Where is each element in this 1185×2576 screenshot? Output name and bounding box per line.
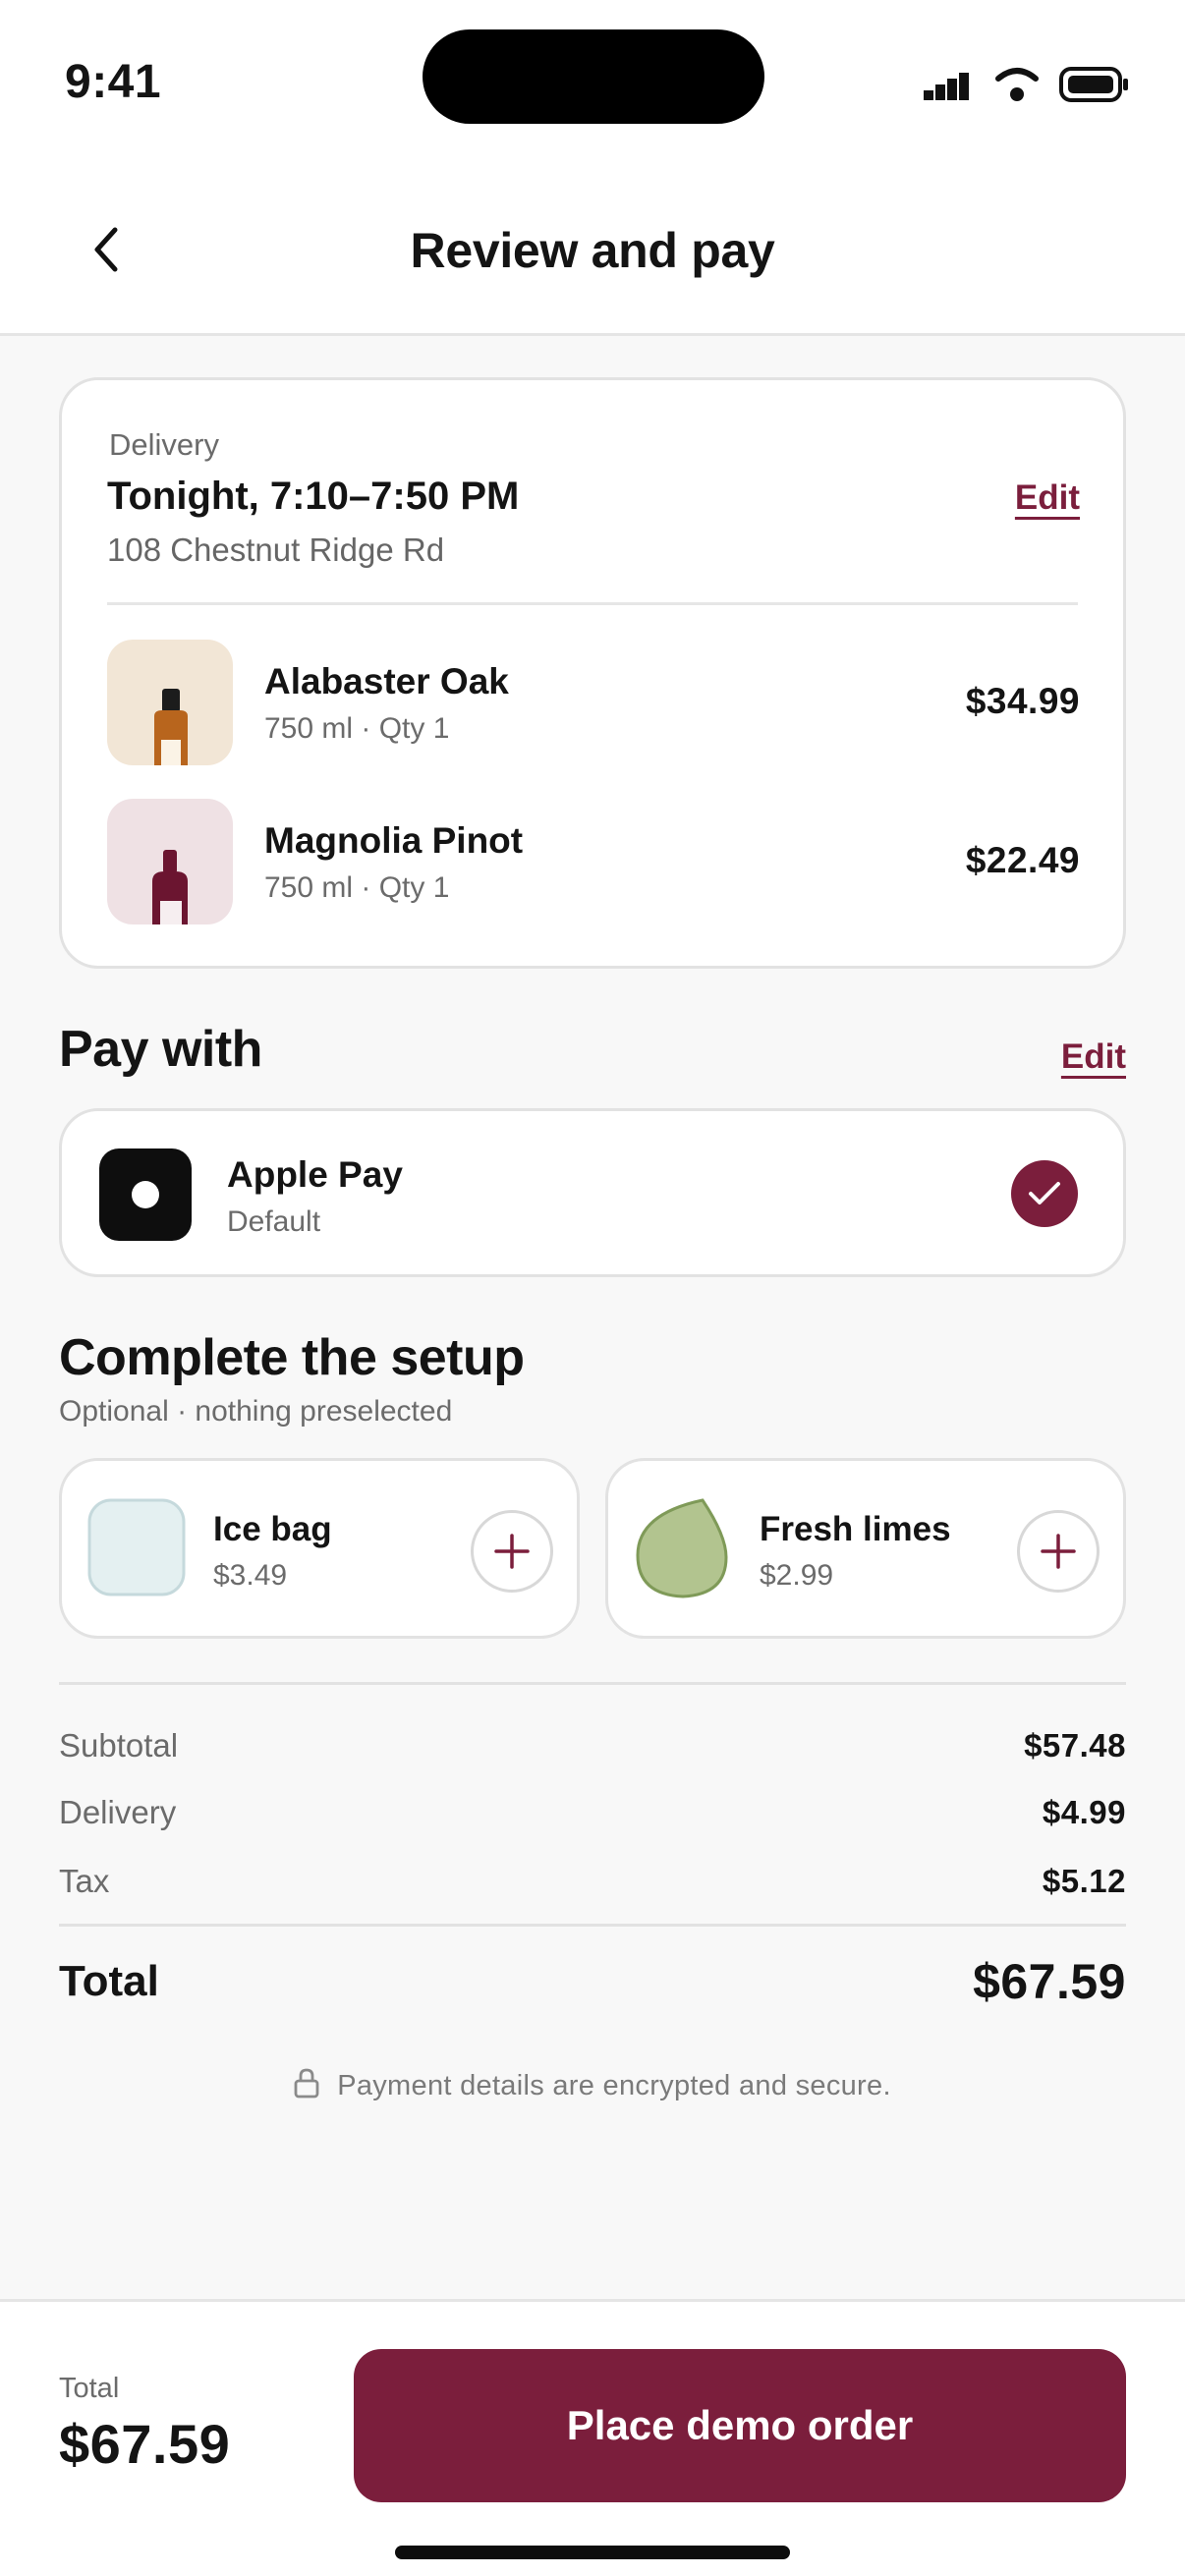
page-title: Review and pay [410,223,775,278]
delivery-fee-label: Delivery [59,1794,177,1830]
status-time: 9:41 [65,56,162,108]
addon-name: Fresh limes [760,1510,951,1548]
bottle-icon [107,640,233,765]
addon-card-fresh-limes: Fresh limes $2.99 [605,1458,1126,1639]
subtotal-label: Subtotal [59,1727,179,1764]
payment-method-card[interactable]: Apple Pay Default [59,1108,1126,1277]
subtotal-row: Subtotal $57.48 [59,1727,1126,1776]
signal-icon [924,73,969,100]
delivery-time: Tonight, 7:10–7:50 PM [107,475,520,518]
item-meta: 750 ml · Qty 1 [264,712,450,745]
total-value: $67.59 [973,1954,1126,2009]
divider [107,602,1078,605]
subtotal-value: $57.48 [1024,1727,1126,1764]
addon-price: $3.49 [213,1559,288,1592]
addon-name: Ice bag [213,1510,332,1548]
payment-method-name: Apple Pay [227,1154,403,1195]
edit-delivery-link[interactable]: Edit [1015,478,1080,518]
setup-subtitle: Optional · nothing preselected [59,1395,453,1428]
list-item: Magnolia Pinot 750 ml · Qty 1 $22.49 [107,799,1080,926]
add-ice-bag-button[interactable] [471,1510,553,1593]
tax-row: Tax $5.12 [59,1863,1126,1912]
total-label: Total [59,1957,159,2005]
item-price: $34.99 [965,681,1080,721]
apple-pay-icon [99,1148,192,1241]
item-name: Magnolia Pinot [264,820,524,861]
delivery-address: 108 Chestnut Ridge Rd [107,532,445,568]
lock-icon [294,2068,319,2099]
addon-card-ice-bag: Ice bag $3.49 [59,1458,580,1639]
place-order-button[interactable]: Place demo order [354,2349,1126,2502]
secure-note: Payment details are encrypted and secure… [0,2067,1185,2102]
delivery-fee-row: Delivery $4.99 [59,1794,1126,1843]
plus-icon [494,1534,530,1569]
addon-price: $2.99 [760,1559,834,1592]
item-name: Alabaster Oak [264,661,509,701]
payment-method-sub: Default [227,1205,321,1238]
bottle-icon [107,799,233,924]
status-icons [924,65,1130,104]
product-thumbnail [107,640,233,765]
product-thumbnail [107,799,233,924]
lime-icon [632,1496,734,1598]
divider [59,1682,1126,1685]
tax-label: Tax [59,1863,110,1899]
order-card: Delivery Tonight, 7:10–7:50 PM 108 Chest… [59,377,1126,969]
dynamic-island [423,29,764,124]
bottom-total-value: $67.59 [59,2413,231,2475]
home-indicator [395,2546,790,2559]
divider [59,1924,1126,1927]
setup-title: Complete the setup [59,1329,525,1386]
wifi-icon [995,68,1039,101]
bottom-bar: Total $67.59 Place demo order [0,2299,1185,2576]
bottom-total-label: Total [59,2373,120,2404]
ice-bag-icon [85,1496,188,1598]
battery-icon [1059,67,1128,102]
secure-note-text: Payment details are encrypted and secure… [337,2070,891,2101]
add-fresh-limes-button[interactable] [1017,1510,1100,1593]
pay-with-title: Pay with [59,1021,262,1078]
edit-payment-link[interactable]: Edit [1061,1037,1126,1077]
tax-value: $5.12 [1042,1863,1126,1899]
delivery-label: Delivery [109,427,219,462]
delivery-fee-value: $4.99 [1042,1794,1126,1830]
list-item: Alabaster Oak 750 ml · Qty 1 $34.99 [107,640,1080,767]
item-meta: 750 ml · Qty 1 [264,871,450,904]
plus-icon [1041,1534,1076,1569]
header-area: 9:41 Review and pay [0,0,1185,336]
checkmark-icon [1011,1160,1078,1227]
item-price: $22.49 [965,840,1080,880]
